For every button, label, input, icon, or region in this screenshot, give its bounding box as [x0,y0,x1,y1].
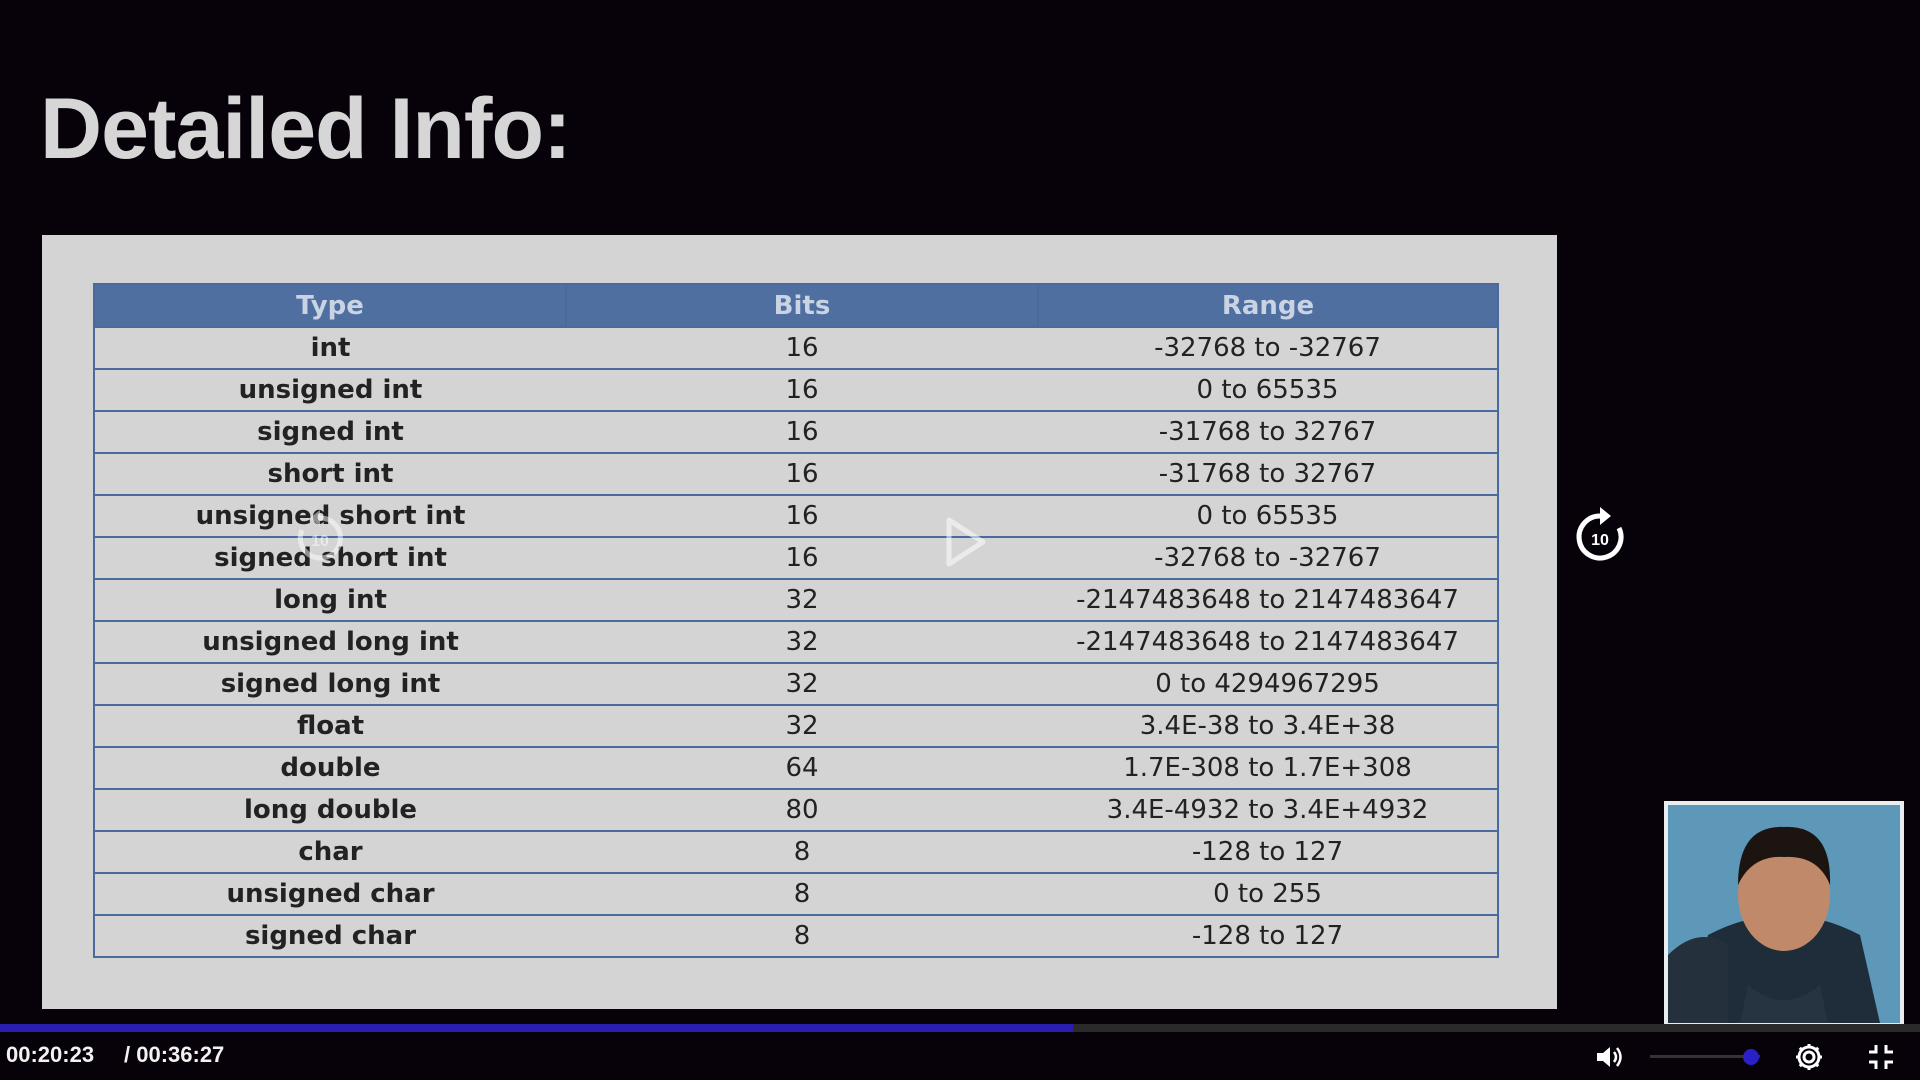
cell-bits: 8 [566,872,1038,916]
cell-range: -2147483648 to 2147483647 [1038,620,1499,664]
table-row: signed char 8 -128 to 127 [93,914,1499,958]
header-range: Range [1037,283,1499,328]
cell-bits: 80 [566,788,1038,832]
header-bits: Bits [565,283,1039,328]
cell-bits: 32 [566,662,1038,706]
cell-type: unsigned char [93,872,566,916]
table-row: long int 32 -2147483648 to 2147483647 [93,578,1499,622]
cell-type: unsigned int [93,368,566,412]
volume-button[interactable] [1592,1040,1626,1074]
cell-range: 3.4E-38 to 3.4E+38 [1038,704,1499,748]
presenter-webcam[interactable] [1664,801,1904,1027]
cell-range: -32768 to -32767 [1038,326,1499,370]
cell-range: -128 to 127 [1038,914,1499,958]
forward-10-button[interactable]: 10 [1569,505,1631,567]
table-row: signed long int 32 0 to 4294967295 [93,662,1499,706]
webcam-video [1668,805,1900,1023]
header-type: Type [93,283,567,328]
volume-icon [1597,1047,1622,1067]
rewind-10-icon: 10 [297,510,343,561]
table-body: int 16 -32768 to -32767 unsigned int 16 0 to … [93,326,1499,958]
presenter-figure [1668,805,1900,1023]
exit-fullscreen-button[interactable] [1864,1040,1898,1074]
cell-range: 0 to 65535 [1038,368,1499,412]
cell-range: 0 to 65535 [1038,494,1499,538]
table-row: char 8 -128 to 127 [93,830,1499,874]
cell-bits: 32 [566,704,1038,748]
table-row: double 64 1.7E-308 to 1.7E+308 [93,746,1499,790]
slide-title: Detailed Info: [40,81,572,177]
cell-type: int [93,326,566,370]
cell-bits: 16 [566,326,1038,370]
cell-type: short int [93,452,566,496]
video-progress-bar[interactable] [0,1024,1920,1032]
table-row: int 16 -32768 to -32767 [93,326,1499,370]
cell-type: signed long int [93,662,566,706]
slide-card: Type Bits Range int 16 -32768 to -32767 uns… [42,235,1557,1009]
cell-bits: 16 [566,410,1038,454]
cell-type: signed int [93,410,566,454]
progress-fill [0,1024,1073,1032]
cell-range: 0 to 4294967295 [1038,662,1499,706]
cell-range: 3.4E-4932 to 3.4E+4932 [1038,788,1499,832]
forward-10-icon: 10 [1576,507,1624,561]
cell-type: char [93,830,566,874]
table-row: float 32 3.4E-38 to 3.4E+38 [93,704,1499,748]
cell-bits: 8 [566,914,1038,958]
volume-slider-knob[interactable] [1743,1049,1759,1065]
table-row: unsigned char 8 0 to 255 [93,872,1499,916]
data-types-table: Type Bits Range int 16 -32768 to -32767 uns… [93,283,1499,958]
settings-gear-icon [1796,1044,1822,1070]
cell-range: -32768 to -32767 [1038,536,1499,580]
cell-bits: 8 [566,830,1038,874]
total-time: / 00:36:27 [124,1042,225,1067]
cell-range: -31768 to 32767 [1038,452,1499,496]
cell-bits: 64 [566,746,1038,790]
cell-type: unsigned long int [93,620,566,664]
cell-bits: 32 [566,578,1038,622]
cell-type: float [93,704,566,748]
cell-type: long double [93,788,566,832]
cell-range: 1.7E-308 to 1.7E+308 [1038,746,1499,790]
play-button[interactable] [935,512,995,572]
table-header-row: Type Bits Range [93,283,1499,328]
cell-type: double [93,746,566,790]
cell-bits: 16 [566,452,1038,496]
table-row: short int 16 -31768 to 32767 [93,452,1499,496]
cell-range: 0 to 255 [1038,872,1499,916]
cell-range: -2147483648 to 2147483647 [1038,578,1499,622]
rewind-10-button[interactable]: 10 [290,508,350,568]
table-row: unsigned long int 32 -2147483648 to 214748… [93,620,1499,664]
cell-type: long int [93,578,566,622]
rewind-10-label: 10 [311,533,329,550]
play-icon [946,517,986,567]
settings-button[interactable] [1792,1040,1826,1074]
table-row: long double 80 3.4E-4932 to 3.4E+4932 [93,788,1499,832]
cell-type: signed char [93,914,566,958]
cell-bits: 16 [566,368,1038,412]
exit-fullscreen-icon [1869,1045,1893,1069]
cell-range: -31768 to 32767 [1038,410,1499,454]
table-row: signed int 16 -31768 to 32767 [93,410,1499,454]
current-time: 00:20:23 [6,1042,95,1067]
cell-range: -128 to 127 [1038,830,1499,874]
cell-bits: 32 [566,620,1038,664]
table-row: unsigned int 16 0 to 65535 [93,368,1499,412]
forward-10-label: 10 [1591,532,1609,549]
